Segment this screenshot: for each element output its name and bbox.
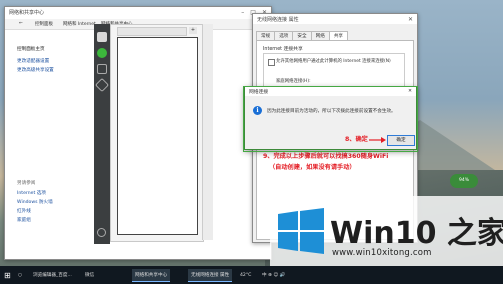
tab-sharing[interactable]: 共享	[328, 31, 349, 40]
cortana-icon[interactable]: ○	[18, 269, 22, 281]
properties-titlebar: 无线网络连接 属性 ✕	[253, 14, 417, 24]
popup-title: 网络连接	[249, 90, 269, 95]
dialog-title: 无线网络连接 属性	[257, 16, 299, 23]
tab-network[interactable]: 网络	[310, 31, 330, 40]
contacts-icon[interactable]	[97, 64, 107, 74]
cube-icon[interactable]	[94, 77, 110, 93]
chat-icon[interactable]	[97, 48, 107, 58]
taskbar-item-properties[interactable]: 无线网络连接 属性	[188, 269, 233, 282]
win10-home-banner: Win10 之家 www.win10xitong.com	[270, 196, 503, 266]
allow-sharing-checkbox[interactable]	[268, 59, 275, 66]
annotation-line-1: 9、完成以上步骤后就可以找搞360随身WiFi	[263, 153, 389, 160]
taskbar: ⊞ ○ 浏览编辑器_百度... 微信 网络和共享中心 无线网络连接 属性 42°…	[0, 266, 503, 284]
popup-message: 因为此连接目前为活动的，所以下次拨此连接前设置不会生效。	[267, 109, 396, 114]
step-8-label: 8、确定	[345, 136, 368, 143]
breadcrumb-item[interactable]: 控制面板	[35, 21, 53, 27]
system-tray[interactable]: 中 ⊕ ☺ 🔊	[262, 269, 285, 281]
add-icon[interactable]: +	[189, 27, 197, 34]
see-also-header: 另请参阅	[17, 181, 36, 186]
close-button[interactable]: ✕	[408, 16, 413, 23]
see-also-firewall[interactable]: Windows 防火墙	[17, 199, 53, 205]
control-panel-titlebar: 网络和共享中心 – □ ✕	[5, 7, 271, 17]
sidebar-link-sharing[interactable]: 更改高级共享设置	[17, 67, 54, 73]
info-icon: i	[253, 106, 262, 115]
tab-options[interactable]: 选项	[274, 31, 294, 40]
brand-title: Win10 之家	[330, 216, 503, 251]
see-also-infrared[interactable]: 红外线	[17, 208, 31, 214]
chat-app-sidebar	[94, 24, 110, 244]
sidebar-link-home[interactable]: 控制面板主页	[17, 46, 45, 52]
chat-right-strip	[202, 24, 213, 240]
windows-logo-icon	[278, 208, 324, 254]
control-panel-sidebar: 控制面板主页 更改适配器设置 更改高级共享设置 另请参阅 Internet 选项…	[5, 30, 97, 259]
brand-url: www.win10xitong.com	[332, 248, 432, 258]
tab-security[interactable]: 安全	[292, 31, 312, 40]
ok-button[interactable]: 确定	[387, 135, 415, 146]
see-also-internet-options[interactable]: Internet 选项	[17, 190, 46, 196]
start-icon[interactable]: ⊞	[4, 269, 11, 281]
tab-general[interactable]: 常规	[256, 31, 276, 40]
chat-list-pane: +	[110, 24, 204, 242]
allow-sharing-label: 允许其他网络用户通过此计算机的 Internet 连接来连接(N)	[276, 59, 391, 64]
popup-titlebar: 网络连接 ✕	[245, 87, 416, 96]
minimize-button[interactable]: –	[241, 9, 244, 16]
settings-icon[interactable]	[97, 228, 106, 237]
popup-close-icon[interactable]: ✕	[408, 89, 412, 94]
window-icon[interactable]	[97, 32, 107, 42]
sidebar-link-adapter[interactable]: 更改适配器设置	[17, 58, 49, 64]
group-title: Internet 连接共享	[263, 47, 303, 52]
home-connection-label: 家庭网络连接(H):	[276, 79, 311, 84]
back-icon[interactable]: ←	[19, 21, 23, 26]
taskbar-item-network-center[interactable]: 网络和共享中心	[132, 269, 171, 282]
see-also-homegroup[interactable]: 家庭组	[17, 217, 31, 223]
chat-search-input[interactable]	[117, 27, 187, 36]
chat-list	[117, 37, 198, 235]
taskbar-item-browser[interactable]: 浏览编辑器_百度...	[30, 269, 75, 281]
network-speed-badge[interactable]: 94%	[450, 174, 478, 188]
arrow-right-icon	[369, 137, 386, 143]
window-title: 网络和共享中心	[9, 9, 45, 16]
taskbar-item-wechat[interactable]: 微信	[82, 269, 97, 281]
temperature-indicator[interactable]: 42°C	[240, 269, 251, 281]
network-connections-popup: 网络连接 ✕ i 因为此连接目前为活动的，所以下次拨此连接前设置不会生效。 8、…	[244, 86, 417, 150]
annotation-line-2: （自动创建，如果没有请手动）	[269, 164, 356, 171]
properties-tabs: 常规 选项 安全 网络 共享	[256, 31, 349, 40]
breadcrumb-item[interactable]: 网络和 Internet	[63, 21, 96, 27]
